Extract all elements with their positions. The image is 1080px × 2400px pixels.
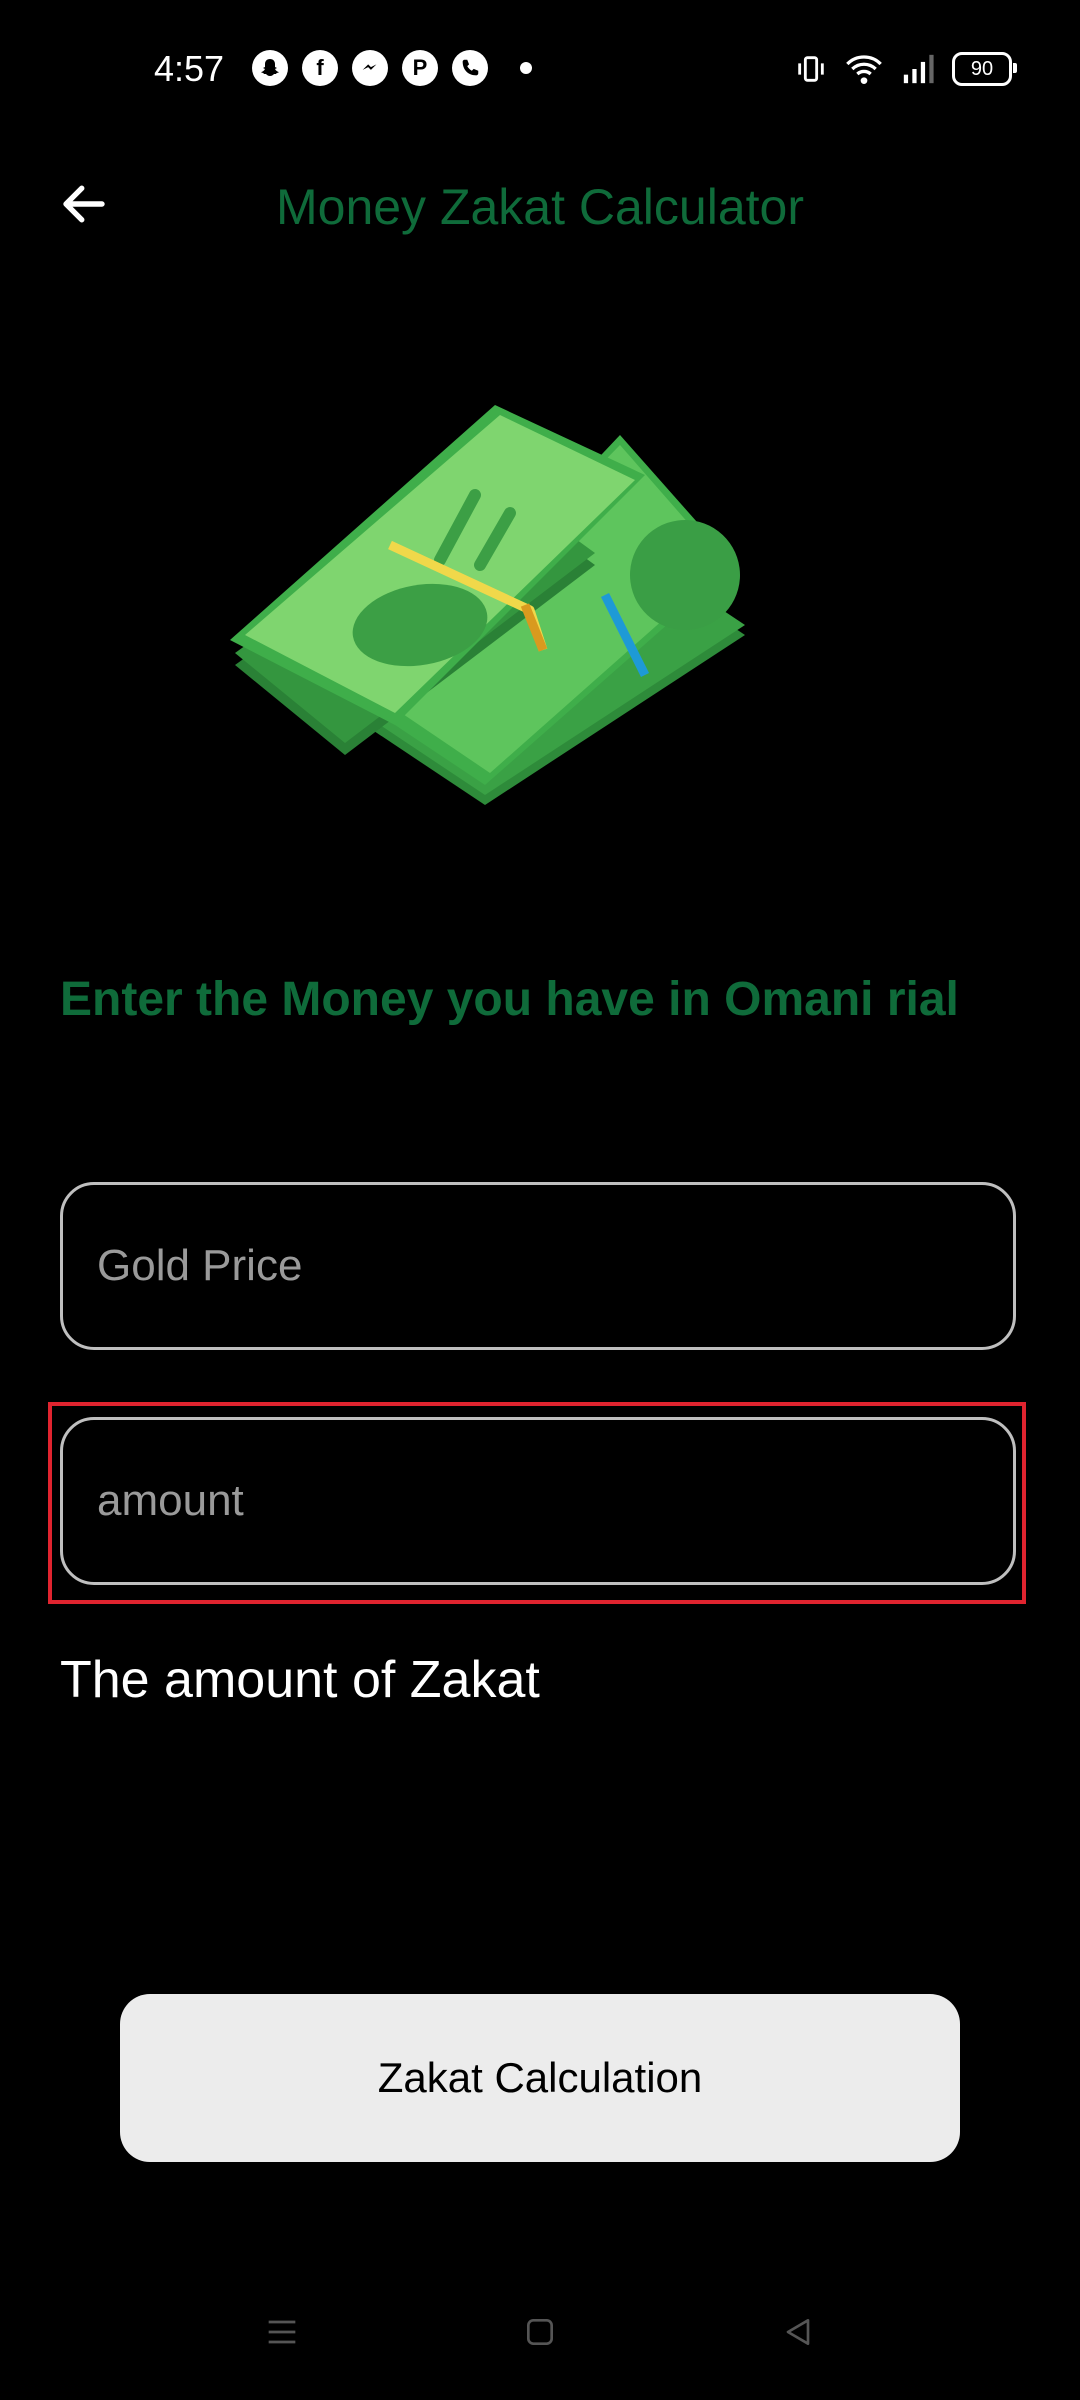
status-time: 4:57 — [154, 48, 225, 89]
gold-price-input[interactable] — [63, 1185, 1013, 1347]
phone-icon — [452, 50, 488, 86]
money-bills-icon — [230, 405, 745, 805]
menu-icon[interactable] — [262, 2310, 302, 2354]
wifi-icon — [846, 55, 882, 84]
system-navigation-bar — [0, 2290, 1080, 2380]
amount-input[interactable] — [63, 1420, 1013, 1582]
battery-level: 90 — [970, 57, 994, 80]
page-title: Money Zakat Calculator — [275, 179, 804, 235]
status-bar: 4:57 f P 90 — [0, 0, 1080, 140]
notification-icons: f P — [252, 50, 532, 86]
more-notifications-dot — [520, 62, 532, 74]
system-icons: 90 — [794, 52, 1017, 86]
battery-icon: 90 — [952, 52, 1017, 86]
gold-price-field[interactable] — [60, 1182, 1016, 1350]
home-icon[interactable] — [520, 2310, 560, 2354]
amount-field[interactable] — [60, 1417, 1016, 1585]
messenger-icon — [352, 50, 388, 86]
snapchat-icon — [252, 50, 288, 86]
zakat-calculation-button[interactable]: Zakat Calculation — [120, 1994, 960, 2162]
signal-icon — [903, 54, 934, 84]
money-prompt: Enter the Money you have in Omani rial — [60, 973, 959, 1026]
back-nav-icon[interactable] — [778, 2310, 818, 2354]
facebook-icon: f — [302, 50, 338, 86]
vibrate-icon — [798, 56, 824, 82]
pinterest-icon: P — [402, 50, 438, 86]
zakat-result-label: The amount of Zakat — [60, 1651, 540, 1709]
